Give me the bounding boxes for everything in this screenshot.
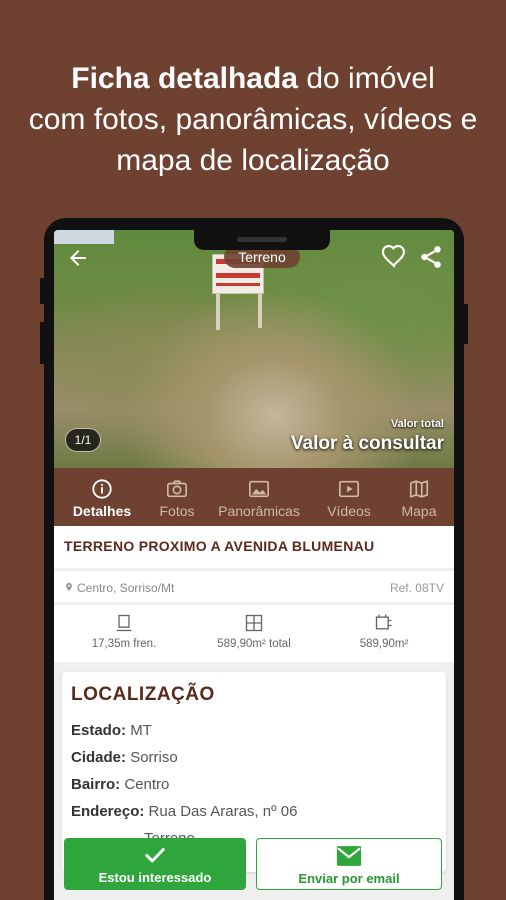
title-bar: TERRENO PROXIMO A AVENIDA BLUMENAU bbox=[54, 526, 454, 568]
tab-mapa[interactable]: Mapa bbox=[384, 468, 454, 526]
field-estado: Estado: MT bbox=[71, 722, 152, 739]
tab-label: Fotos bbox=[159, 503, 195, 519]
phone-side-button bbox=[464, 304, 468, 344]
field-value: Rua Das Araras, nº 06 bbox=[148, 803, 298, 820]
interested-button-label: Estou interessado bbox=[98, 870, 212, 885]
field-value: Sorriso bbox=[130, 749, 178, 766]
checkmark-icon bbox=[145, 848, 165, 863]
field-label: Bairro: bbox=[71, 776, 121, 793]
app-screen: Terreno 1/1 Valor total Valor à consulta… bbox=[54, 230, 454, 900]
photo-sky bbox=[54, 230, 114, 244]
camera-icon bbox=[167, 480, 187, 498]
property-photo[interactable]: Terreno 1/1 Valor total Valor à consulta… bbox=[54, 230, 454, 468]
photo-counter: 1/1 bbox=[65, 428, 101, 452]
stat-total-area-value: 589,90m² total bbox=[217, 638, 291, 650]
interested-button[interactable]: Estou interessado bbox=[64, 838, 246, 890]
detail-tabs: Detalhes Fotos Panorâmicas Vídeos Mapa bbox=[54, 468, 454, 526]
send-email-button-label: Enviar por email bbox=[298, 871, 400, 886]
stat-front-value: 17,35m fren. bbox=[91, 638, 157, 650]
location-text: Centro, Sorriso/Mt bbox=[64, 581, 174, 595]
field-label: Endereço: bbox=[71, 803, 145, 820]
envelope-icon bbox=[336, 846, 362, 866]
video-icon bbox=[339, 480, 359, 498]
stat-area: 589,90m² bbox=[319, 613, 449, 650]
info-icon bbox=[92, 479, 112, 499]
back-arrow-icon[interactable] bbox=[66, 246, 90, 270]
heart-icon[interactable] bbox=[380, 242, 408, 270]
field-value: Centro bbox=[124, 776, 170, 793]
phone-side-button bbox=[40, 322, 44, 364]
share-icon[interactable] bbox=[418, 244, 444, 270]
panorama-icon bbox=[249, 480, 269, 498]
property-title: TERRENO PROXIMO A AVENIDA BLUMENAU bbox=[64, 538, 375, 554]
stat-front: 17,35m fren. bbox=[59, 613, 189, 650]
price-value: Valor à consultar bbox=[290, 433, 444, 454]
location-value: Centro, Sorriso/Mt bbox=[77, 581, 175, 595]
tab-label: Mapa bbox=[401, 503, 437, 519]
send-email-button[interactable]: Enviar por email bbox=[256, 838, 442, 890]
price-label: Valor total bbox=[390, 418, 444, 430]
tab-label: Detalhes bbox=[72, 503, 132, 519]
field-value: MT bbox=[130, 722, 152, 739]
phone-side-button bbox=[40, 278, 44, 304]
stat-total-area: 589,90m² total bbox=[189, 613, 319, 650]
tab-detalhes[interactable]: Detalhes bbox=[54, 468, 150, 526]
location-row: Centro, Sorriso/Mt Ref. 08TV bbox=[54, 570, 454, 602]
tab-fotos[interactable]: Fotos bbox=[150, 468, 204, 526]
property-stats: 17,35m fren. 589,90m² total 589,90m² bbox=[54, 604, 454, 662]
field-label: Estado: bbox=[71, 722, 127, 739]
stat-area-value: 589,90m² bbox=[359, 638, 409, 650]
field-bairro: Bairro: Centro bbox=[71, 776, 169, 793]
location-card-title: LOCALIZAÇÃO bbox=[71, 684, 215, 705]
location-pin-icon bbox=[66, 582, 72, 592]
floor-plan-icon bbox=[245, 614, 263, 632]
field-label: Cidade: bbox=[71, 749, 127, 766]
tab-label: Panorâmicas bbox=[218, 503, 300, 519]
field-cidade: Cidade: Sorriso bbox=[71, 749, 178, 766]
map-icon bbox=[409, 480, 429, 498]
promo-headline: Ficha detalhada do imóvel com fotos, pan… bbox=[0, 58, 506, 181]
area-icon bbox=[375, 614, 392, 630]
tab-videos[interactable]: Vídeos bbox=[314, 468, 384, 526]
phone-notch bbox=[194, 230, 330, 250]
field-endereco: Endereço: Rua Das Araras, nº 06 bbox=[71, 803, 297, 820]
tab-label: Vídeos bbox=[327, 503, 371, 519]
headline-line3: mapa de localização bbox=[116, 144, 390, 177]
reference-code: Ref. 08TV bbox=[389, 581, 444, 595]
headline-line2: com fotos, panorâmicas, vídeos e bbox=[28, 103, 478, 136]
headline-bold: Ficha detalhada bbox=[71, 62, 298, 95]
headline-line1: do imóvel bbox=[298, 62, 435, 95]
phone-frame: Terreno 1/1 Valor total Valor à consulta… bbox=[40, 218, 468, 900]
front-measure-icon bbox=[116, 614, 132, 632]
tab-panoramicas[interactable]: Panorâmicas bbox=[204, 468, 314, 526]
